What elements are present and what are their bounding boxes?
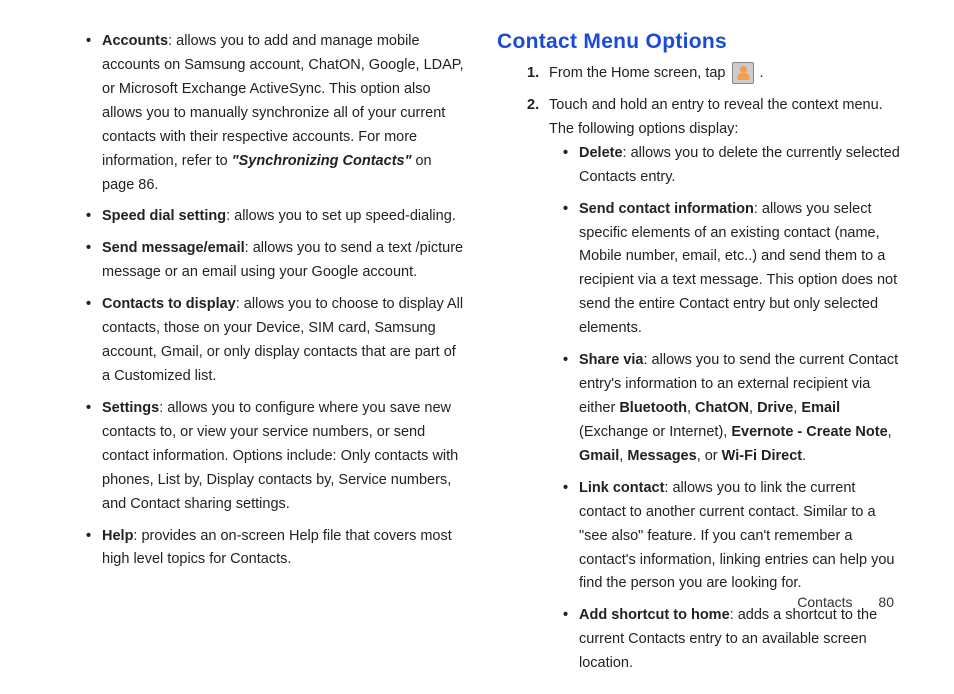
page-footer: Contacts 80 (797, 594, 894, 610)
step-number: 2. (527, 94, 539, 118)
b1: Bluetooth (619, 400, 687, 416)
sub-share-via: Share via: allows you to send the curren… (567, 349, 904, 469)
body: : provides an on-screen Help file that c… (102, 528, 452, 568)
footer-page-number: 80 (878, 594, 894, 610)
ref: "Synchronizing Contacts" (232, 153, 412, 169)
page-body: Accounts: allows you to add and manage m… (0, 0, 954, 694)
label: Delete (579, 145, 623, 161)
footer-section: Contacts (797, 594, 852, 610)
section-heading: Contact Menu Options (497, 30, 904, 54)
c1: , (687, 400, 695, 416)
step-1: 1. From the Home screen, tap . (527, 62, 904, 86)
c2: , (749, 400, 757, 416)
label: Settings (102, 400, 159, 416)
body: : allows you to add and manage mobile ac… (102, 33, 464, 169)
b8: Wi-Fi Direct (722, 448, 802, 464)
label: Send message/email (102, 240, 245, 256)
left-bullet-list: Accounts: allows you to add and manage m… (60, 30, 467, 572)
sub-delete: Delete: allows you to delete the current… (567, 142, 904, 190)
c4: (Exchange or Internet), (579, 424, 731, 440)
bullet-speed-dial: Speed dial setting: allows you to set up… (90, 205, 467, 229)
bullet-contacts-display: Contacts to display: allows you to choos… (90, 293, 467, 389)
right-column: Contact Menu Options 1. From the Home sc… (497, 30, 904, 684)
body: : allows you to configure where you save… (102, 400, 458, 512)
sub-add-shortcut: Add shortcut to home: adds a shortcut to… (567, 604, 904, 676)
label: Send contact information (579, 201, 754, 217)
b3: Drive (757, 400, 793, 416)
numbered-list: 1. From the Home screen, tap . 2. Touch … (497, 62, 904, 676)
sub-send-contact-info: Send contact information: allows you sel… (567, 198, 904, 342)
bullet-settings: Settings: allows you to configure where … (90, 397, 467, 517)
b6: Gmail (579, 448, 619, 464)
bullet-help: Help: provides an on-screen Help file th… (90, 525, 467, 573)
b7: Messages (627, 448, 696, 464)
body: : allows you to link the current contact… (579, 480, 895, 592)
body: : allows you to delete the currently sel… (579, 145, 900, 185)
bullet-accounts: Accounts: allows you to add and manage m… (90, 30, 467, 197)
b5: Evernote - Create Note (731, 424, 887, 440)
step-2: 2. Touch and hold an entry to reveal the… (527, 94, 904, 676)
label: Link contact (579, 480, 664, 496)
bullet-send-message: Send message/email: allows you to send a… (90, 237, 467, 285)
b4: Email (801, 400, 840, 416)
sub-link-contact: Link contact: allows you to link the cur… (567, 477, 904, 597)
label: Help (102, 528, 133, 544)
step-number: 1. (527, 62, 539, 86)
body: : allows you select specific elements of… (579, 201, 897, 337)
left-column: Accounts: allows you to add and manage m… (60, 30, 467, 684)
c5: , (888, 424, 892, 440)
body: : allows you to set up speed-dialing. (226, 208, 456, 224)
contacts-icon (732, 62, 754, 84)
label: Share via (579, 352, 644, 368)
c7: , or (697, 448, 722, 464)
label: Accounts (102, 33, 168, 49)
step-text: Touch and hold an entry to reveal the co… (549, 97, 883, 137)
label: Contacts to display (102, 296, 236, 312)
step-text: From the Home screen, tap (549, 65, 730, 81)
c8: . (802, 448, 806, 464)
label: Speed dial setting (102, 208, 226, 224)
step-after: . (756, 65, 764, 81)
label: Add shortcut to home (579, 607, 730, 623)
b2: ChatON (695, 400, 749, 416)
